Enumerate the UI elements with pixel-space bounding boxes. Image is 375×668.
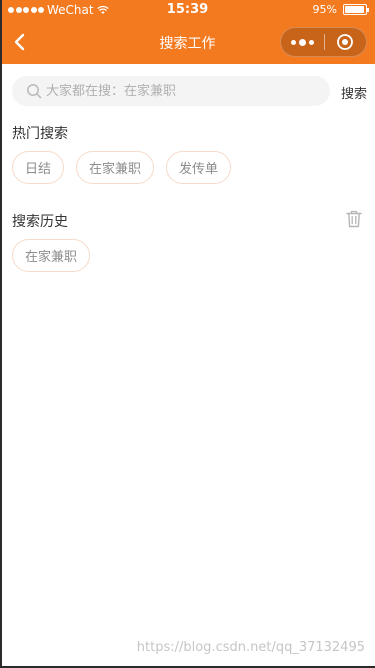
hot-search-title: 热门搜索 bbox=[12, 126, 68, 142]
history-tag[interactable]: 在家兼职 bbox=[12, 239, 91, 272]
more-dots-icon[interactable] bbox=[281, 28, 324, 56]
battery-fill bbox=[345, 6, 364, 13]
frame-left-edge bbox=[0, 0, 2, 668]
history-title: 搜索历史 bbox=[12, 214, 68, 230]
nav-bar: 搜索工作 bbox=[0, 20, 375, 64]
search-box[interactable] bbox=[12, 76, 330, 106]
close-target-icon[interactable] bbox=[323, 28, 366, 56]
battery-icon bbox=[343, 4, 369, 15]
search-input[interactable] bbox=[46, 76, 316, 106]
battery-percent: 95% bbox=[312, 3, 337, 16]
search-button[interactable]: 搜索 bbox=[341, 83, 367, 102]
status-right: 95% bbox=[312, 3, 369, 16]
search-icon bbox=[27, 84, 42, 99]
status-bar: WeChat 15:39 95% bbox=[0, 0, 375, 20]
hot-tag[interactable]: 发传单 bbox=[166, 151, 232, 184]
hot-tag[interactable]: 在家兼职 bbox=[76, 151, 155, 184]
history-tags: 在家兼职 bbox=[12, 239, 91, 272]
mini-program-capsule bbox=[280, 27, 367, 57]
trash-icon[interactable] bbox=[346, 210, 362, 228]
hot-search-tags: 日结 在家兼职 发传单 bbox=[12, 151, 232, 184]
watermark-text: https://blog.csdn.net/qq_37132495 bbox=[136, 640, 365, 655]
search-row: 搜索 bbox=[12, 76, 367, 106]
hot-tag[interactable]: 日结 bbox=[12, 151, 65, 184]
